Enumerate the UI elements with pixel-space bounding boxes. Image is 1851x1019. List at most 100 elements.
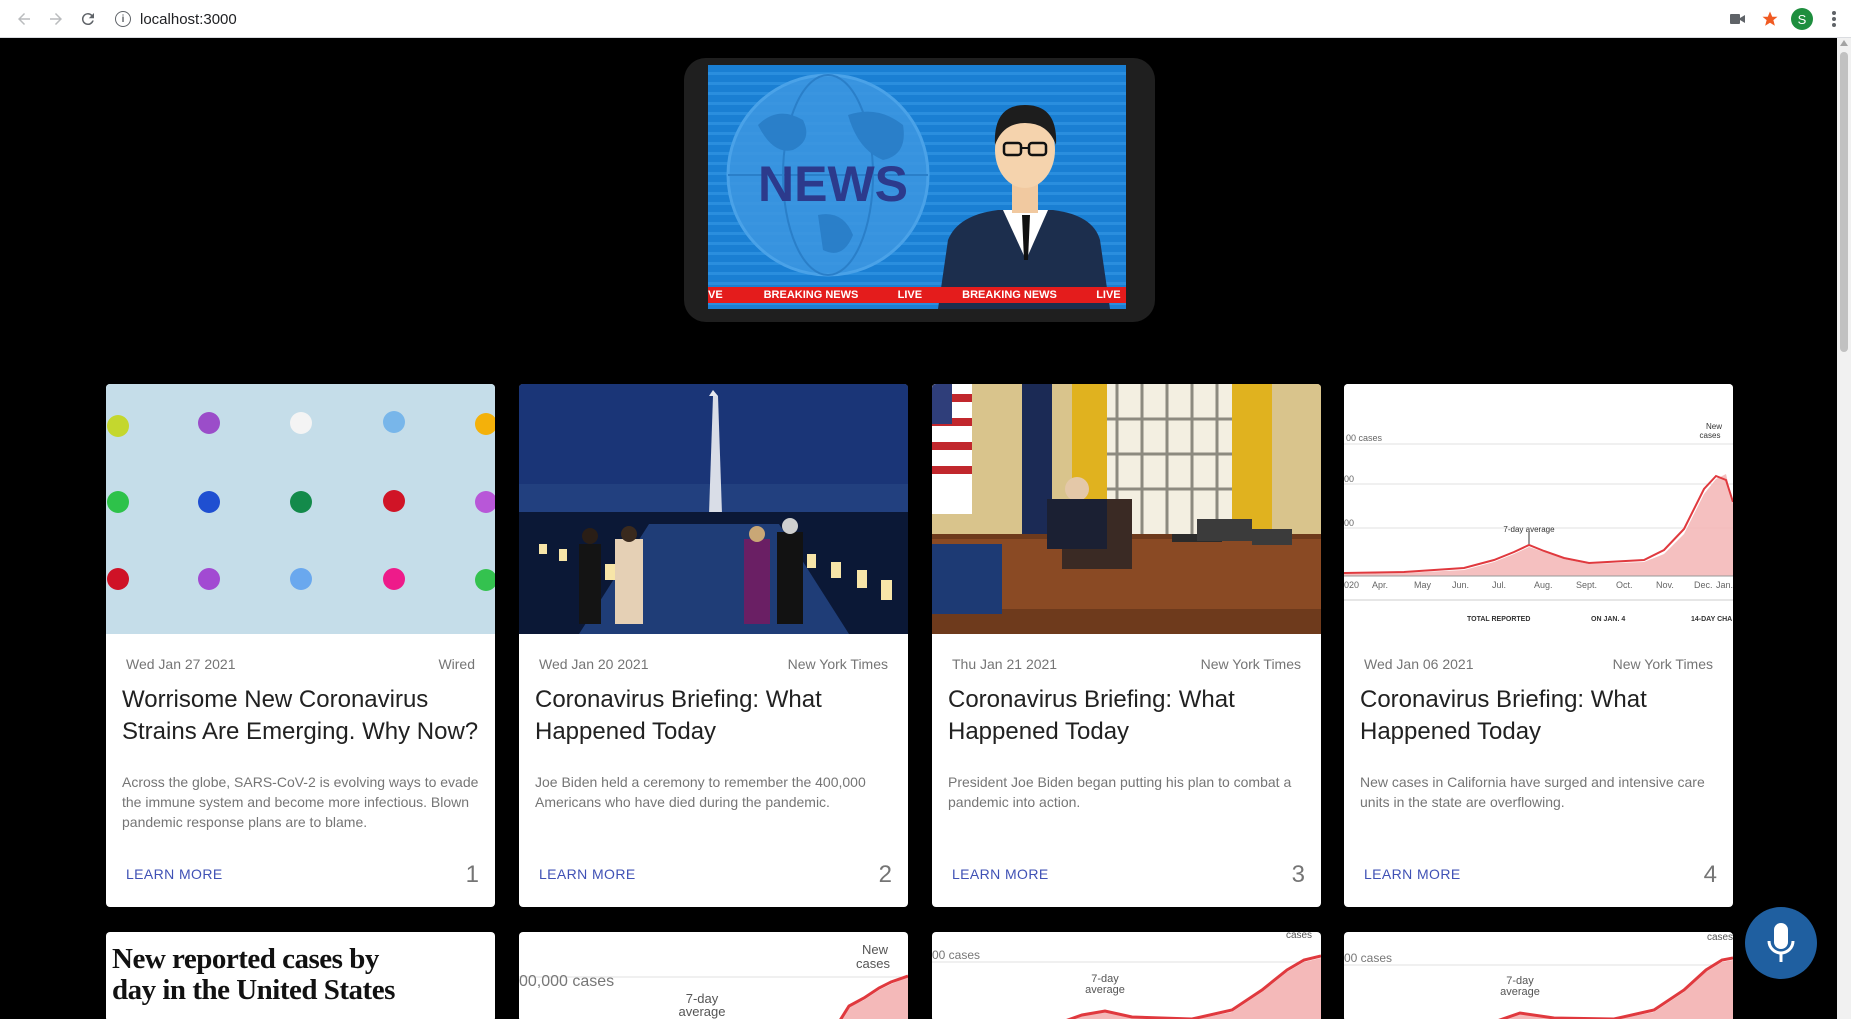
nyt-chart-heading: New reported cases by day in the United …: [112, 944, 395, 1006]
card-date: Wed Jan 27 2021: [126, 656, 236, 672]
chart-label: Aug.: [1534, 580, 1553, 590]
cases-chart-image: 00 cases 7-day average cases: [1344, 932, 1733, 1019]
card-meta: Thu Jan 21 2021 New York Times: [952, 656, 1301, 672]
card-meta: Wed Jan 20 2021 New York Times: [539, 656, 888, 672]
card-description: Across the globe, SARS-CoV-2 is evolving…: [122, 774, 479, 830]
card-title: Coronavirus Briefing: What Happened Toda…: [1360, 686, 1647, 745]
card-image: 00 cases 00 00 7-day average New cases 0…: [1344, 384, 1733, 634]
news-card: 00,000 cases 7-day average New cases: [519, 932, 908, 1019]
learn-more-button[interactable]: LEARN MORE: [952, 866, 1049, 882]
chart-label: TOTAL REPORTED: [1467, 616, 1530, 623]
pushpins-image: [107, 411, 495, 591]
chart-label: 00,000 cases: [519, 973, 614, 990]
news-card: Wed Jan 20 2021 New York Times Coronavir…: [519, 384, 908, 907]
news-card: New reported cases by day in the United …: [106, 932, 495, 1019]
chart-label: 00 cases: [932, 948, 980, 962]
ticker-item: VE: [708, 289, 723, 301]
address-bar[interactable]: i localhost:3000: [115, 6, 237, 32]
card-number: 3: [1291, 861, 1305, 888]
heading-line: New reported cases by: [112, 943, 379, 975]
news-card: 00 cases 00 00 7-day average New cases 0…: [1344, 384, 1733, 907]
memorial-night-image: [519, 384, 908, 634]
profile-avatar[interactable]: S: [1789, 6, 1815, 32]
learn-more-button[interactable]: LEARN MORE: [126, 866, 223, 882]
camera-icon[interactable]: [1725, 6, 1751, 32]
oval-office-image: [932, 384, 1321, 634]
chart-label: 00: [1344, 474, 1354, 484]
card-source: New York Times: [1612, 656, 1713, 672]
breaking-news-ticker: VE BREAKING NEWS LIVE BREAKING NEWS LIVE: [708, 287, 1126, 303]
chart-label: cases: [1707, 932, 1733, 943]
card-image: [106, 384, 495, 634]
card-description: New cases in California have surged and …: [1360, 774, 1705, 810]
chart-label: 00 cases: [1346, 433, 1383, 443]
card-description: President Joe Biden began putting his pl…: [948, 774, 1292, 810]
news-card: Thu Jan 21 2021 New York Times Coronavir…: [932, 384, 1321, 907]
browser-toolbar: i localhost:3000 S: [0, 0, 1851, 38]
voice-command-button[interactable]: [1745, 907, 1817, 979]
scroll-thumb[interactable]: [1840, 52, 1848, 352]
chart-label: Jan.: [1716, 580, 1733, 590]
chart-label: average: [679, 1004, 726, 1019]
card-date: Wed Jan 06 2021: [1364, 656, 1474, 672]
tv-screen: NEWS VE BREAKING NEWS LIVE BREAKING NEWS…: [708, 65, 1126, 309]
card-source: New York Times: [1200, 656, 1301, 672]
chart-label: Jul.: [1492, 580, 1506, 590]
info-icon[interactable]: i: [115, 11, 131, 27]
page-scrollbar[interactable]: [1837, 38, 1851, 1019]
hero-news-tv: NEWS VE BREAKING NEWS LIVE BREAKING NEWS…: [684, 58, 1155, 322]
back-arrow-icon[interactable]: [11, 6, 37, 32]
chart-label: 00 cases: [1344, 951, 1392, 965]
card-title: Worrisome New Coronavirus Strains Are Em…: [122, 686, 479, 745]
cases-chart-image: 00,000 cases 7-day average New cases: [519, 942, 908, 1019]
card-date: Thu Jan 21 2021: [952, 656, 1058, 672]
card-number: 1: [465, 861, 479, 888]
scroll-up-arrow-icon[interactable]: [1840, 40, 1848, 46]
chart-label: Apr.: [1372, 580, 1388, 590]
chart-label: Dec.: [1694, 580, 1713, 590]
chart-label: 00: [1344, 518, 1354, 528]
forward-arrow-icon[interactable]: [43, 6, 69, 32]
card-meta: Wed Jan 27 2021 Wired: [126, 656, 475, 672]
ticker-item: LIVE: [897, 289, 923, 301]
star-icon[interactable]: [1757, 6, 1783, 32]
card-title: Coronavirus Briefing: What Happened Toda…: [535, 686, 822, 745]
card-number: 2: [878, 861, 892, 888]
chart-label: Oct.: [1616, 580, 1633, 590]
card-meta: Wed Jan 06 2021 New York Times: [1364, 656, 1713, 672]
card-image: [519, 384, 908, 634]
url-text: localhost:3000: [140, 10, 237, 28]
cases-chart-image: 00 cases 7-day average cases: [932, 932, 1321, 1019]
news-card: 00 cases 7-day average cases: [932, 932, 1321, 1019]
card-source: New York Times: [787, 656, 888, 672]
chart-label: Jun.: [1452, 580, 1469, 590]
ticker-item: BREAKING NEWS: [763, 289, 859, 301]
chart-label: 14-DAY CHA: [1691, 616, 1732, 623]
learn-more-button[interactable]: LEARN MORE: [1364, 866, 1461, 882]
ticker-item: LIVE: [1096, 289, 1121, 301]
chart-label: Nov.: [1656, 580, 1674, 590]
card-source: Wired: [438, 656, 475, 672]
chart-label: cases: [1286, 932, 1312, 941]
card-image: [932, 384, 1321, 634]
learn-more-button[interactable]: LEARN MORE: [539, 866, 636, 882]
chart-label: New: [862, 942, 889, 957]
chart-label: 020: [1344, 580, 1359, 590]
chart-label: average: [1500, 986, 1540, 998]
chart-label: cases: [856, 956, 890, 971]
chart-label: May: [1414, 580, 1432, 590]
card-number: 4: [1703, 861, 1717, 888]
news-card: 00 cases 7-day average cases: [1344, 932, 1733, 1019]
tv-news-text: NEWS: [758, 156, 908, 212]
kebab-menu-icon[interactable]: [1821, 6, 1847, 32]
chart-month-labels: 020 Apr. May Jun. Jul. Aug. Sept. Oct. N…: [1344, 580, 1733, 590]
chart-label: average: [1085, 984, 1125, 996]
chart-label: 7-day average: [1503, 525, 1555, 534]
chart-label: cases: [1700, 431, 1721, 440]
chart-label: Sept.: [1576, 580, 1597, 590]
news-card: Wed Jan 27 2021 Wired Worrisome New Coro…: [106, 384, 495, 907]
card-description: Joe Biden held a ceremony to remember th…: [535, 774, 866, 810]
ticker-item: BREAKING NEWS: [962, 289, 1057, 301]
reload-icon[interactable]: [75, 6, 101, 32]
card-title: Coronavirus Briefing: What Happened Toda…: [948, 686, 1235, 745]
